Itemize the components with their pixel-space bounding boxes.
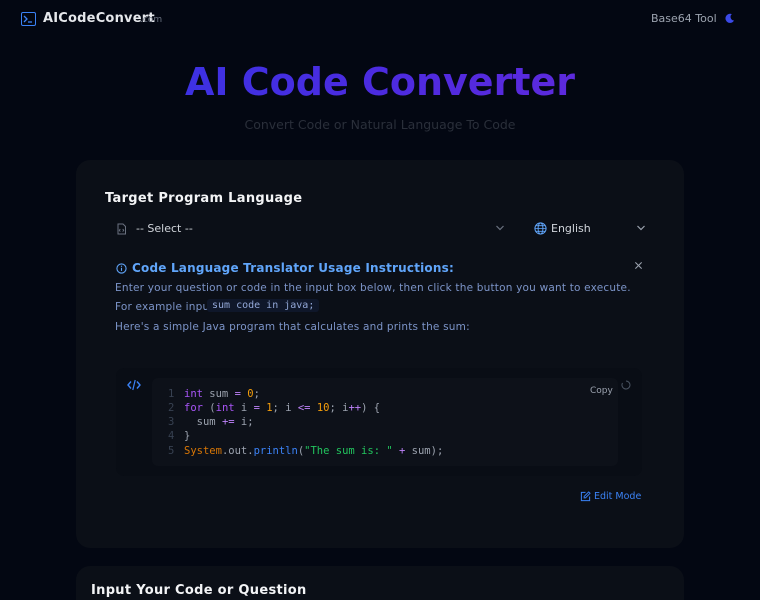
line-number: 3 (168, 416, 175, 428)
brand-name[interactable]: AICodeConvert (43, 11, 155, 26)
instructions-line: Here's a simple Java program that calcul… (115, 321, 470, 333)
globe-icon (534, 222, 547, 235)
brand-suffix[interactable]: .com (140, 15, 162, 25)
chevron-down-icon (496, 225, 504, 231)
code-token: i (234, 416, 248, 428)
line-number: 5 (168, 445, 175, 457)
code-token: sum (405, 445, 431, 457)
code-token: int (215, 402, 235, 414)
code-line: 4} (168, 430, 190, 442)
code-token: out (228, 445, 248, 457)
code-token: ) { (361, 402, 381, 414)
edit-icon[interactable] (580, 491, 591, 502)
code-token: } (184, 430, 191, 442)
code-token: sum (202, 388, 235, 400)
close-icon[interactable] (634, 261, 643, 270)
code-token: for (184, 402, 203, 414)
input-section-title: Input Your Code or Question (91, 583, 307, 598)
code-token: ++ (348, 402, 362, 414)
line-number: 2 (168, 402, 175, 414)
spinner-icon (621, 380, 631, 390)
code-token: "The sum is: " (304, 445, 393, 457)
info-icon (116, 263, 127, 274)
example-code: sum code in java; (207, 299, 320, 312)
code-token: 10 (316, 402, 330, 414)
code-token: ; (253, 388, 260, 400)
file-code-icon (117, 223, 126, 235)
code-icon (127, 379, 141, 391)
code-line: 3 sum += i; (168, 416, 254, 428)
instructions-example-label: For example input: (115, 301, 218, 313)
code-token: ; (247, 416, 254, 428)
code-token: i (285, 402, 298, 414)
line-number: 4 (168, 430, 175, 442)
nav-link-base64[interactable]: Base64 Tool (651, 12, 717, 25)
line-number: 1 (168, 388, 175, 400)
code-token: ); (430, 445, 444, 457)
code-token: System (184, 445, 222, 457)
code-token: ; (272, 402, 286, 414)
instructions-title: Code Language Translator Usage Instructi… (132, 261, 454, 275)
top-nav: AICodeConvert .com Base64 Tool (0, 0, 760, 38)
target-language-select[interactable]: -- Select -- (110, 218, 514, 240)
code-token: += (221, 416, 235, 428)
chevron-down-icon (637, 225, 645, 231)
target-language-value: -- Select -- (136, 222, 193, 235)
code-line: 1 int sum = 0; (168, 388, 260, 400)
ui-language-select[interactable]: English (530, 218, 654, 240)
code-token: <= (297, 402, 311, 414)
ui-language-value: English (551, 222, 591, 235)
moon-icon[interactable] (724, 13, 735, 24)
code-line: 2 for (int i = 1; i <= 10; i++) { (168, 402, 380, 414)
page-title: AI Code Converter (0, 60, 760, 104)
copy-button[interactable]: Copy (590, 386, 613, 396)
edit-mode-button[interactable]: Edit Mode (594, 491, 641, 502)
code-token: int (184, 388, 203, 400)
code-line: 5 System.out.println("The sum is: " + sum… (168, 445, 443, 457)
terminal-icon[interactable] (21, 12, 36, 26)
page-subtitle: Convert Code or Natural Language To Code (244, 117, 516, 132)
code-token: sum (184, 416, 222, 428)
code-token: println (253, 445, 298, 457)
code-token: i (234, 402, 254, 414)
instructions-line: Enter your question or code in the input… (115, 282, 631, 294)
target-language-title: Target Program Language (105, 191, 303, 206)
code-token: ; (329, 402, 343, 414)
code-token: ( (202, 402, 216, 414)
